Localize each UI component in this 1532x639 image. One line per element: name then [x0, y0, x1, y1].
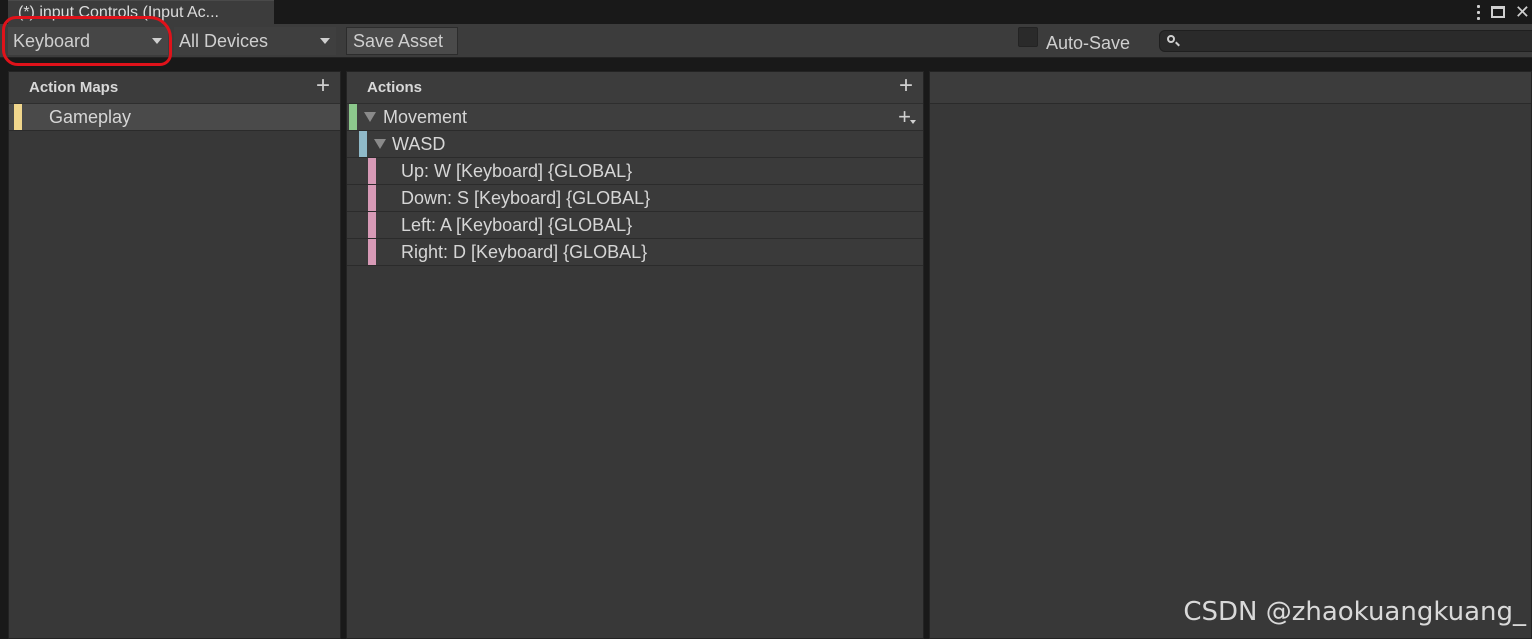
control-scheme-label: Keyboard: [13, 31, 91, 51]
properties-header: [930, 72, 1531, 104]
expand-triangle-icon[interactable]: [364, 112, 376, 122]
maximize-icon[interactable]: [1490, 6, 1505, 18]
composite-item-wasd[interactable]: WASD: [347, 131, 923, 158]
devices-label: All Devices: [179, 31, 269, 51]
binding-color-bar: [368, 185, 376, 211]
toolbar: Keyboard All Devices Save Asset Auto-Sav…: [0, 24, 1532, 58]
binding-item-down[interactable]: Down: S [Keyboard] {GLOBAL}: [347, 185, 923, 212]
action-map-color-bar: [14, 104, 22, 130]
autosave-checkbox[interactable]: [1018, 27, 1038, 47]
actions-header: Actions +: [347, 72, 923, 104]
properties-panel: [929, 71, 1532, 639]
binding-color-bar: [368, 239, 376, 265]
control-scheme-dropdown[interactable]: Keyboard: [8, 27, 168, 55]
window-tab-bar: (*) input Controls (Input Ac... ✕: [0, 0, 1532, 24]
binding-label: Down: S [Keyboard] {GLOBAL}: [401, 188, 651, 208]
autosave-toggle[interactable]: Auto-Save: [1018, 27, 1131, 54]
add-binding-button[interactable]: +: [898, 104, 916, 130]
composite-color-bar: [359, 131, 367, 157]
binding-item-right[interactable]: Right: D [Keyboard] {GLOBAL}: [347, 239, 923, 266]
binding-color-bar: [368, 212, 376, 238]
binding-label: Left: A [Keyboard] {GLOBAL}: [401, 215, 633, 235]
action-map-label: Gameplay: [49, 107, 132, 127]
binding-item-left[interactable]: Left: A [Keyboard] {GLOBAL}: [347, 212, 923, 239]
autosave-label: Auto-Save: [1046, 32, 1131, 53]
dropdown-arrow-icon: [320, 38, 330, 44]
save-asset-button[interactable]: Save Asset: [346, 27, 458, 55]
binding-label: Up: W [Keyboard] {GLOBAL}: [401, 161, 633, 181]
action-item-movement[interactable]: Movement +: [347, 104, 923, 131]
window-tab-title: (*) input Controls (Input Ac...: [18, 4, 219, 21]
search-input[interactable]: [1159, 30, 1532, 52]
devices-dropdown[interactable]: All Devices: [174, 27, 336, 55]
binding-item-up[interactable]: Up: W [Keyboard] {GLOBAL}: [347, 158, 923, 185]
actions-title: Actions: [367, 79, 423, 96]
dropdown-arrow-icon: [152, 38, 162, 44]
add-action-map-button[interactable]: +: [316, 72, 330, 100]
action-maps-title: Action Maps: [29, 79, 119, 96]
watermark: CSDN @zhaokuangkuang_: [1183, 597, 1526, 627]
actions-panel: Actions + Movement + WASD Up: W [Keyboar…: [346, 71, 924, 639]
kebab-menu-icon[interactable]: [1477, 4, 1481, 20]
action-map-item-gameplay[interactable]: Gameplay: [9, 104, 340, 131]
action-color-bar: [349, 104, 357, 130]
close-icon[interactable]: ✕: [1515, 3, 1530, 21]
action-maps-header: Action Maps +: [9, 72, 340, 104]
binding-label: Right: D [Keyboard] {GLOBAL}: [401, 242, 648, 262]
window-tab[interactable]: (*) input Controls (Input Ac...: [8, 0, 274, 24]
search-icon: [1167, 35, 1175, 43]
window-controls: ✕: [1477, 0, 1532, 24]
action-maps-panel: Action Maps + Gameplay: [8, 71, 341, 639]
add-action-button[interactable]: +: [899, 72, 913, 100]
expand-triangle-icon[interactable]: [374, 139, 386, 149]
binding-color-bar: [368, 158, 376, 184]
